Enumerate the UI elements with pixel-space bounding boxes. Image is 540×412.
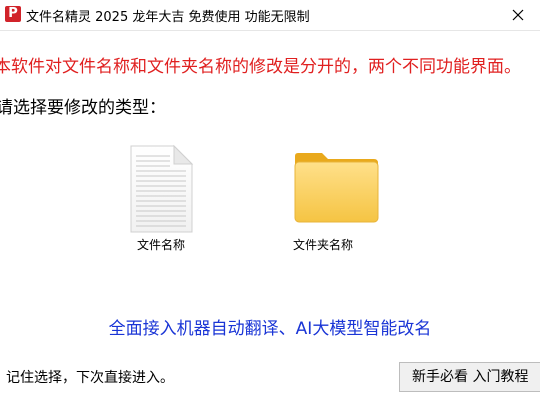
file-name-option-label: 文件名称	[136, 238, 185, 252]
title-bar[interactable]: P 文件名精灵 2025 龙年大吉 免费使用 功能无限制	[0, 0, 540, 31]
close-button[interactable]	[496, 0, 540, 30]
app-window: P 文件名精灵 2025 龙年大吉 免费使用 功能无限制 本软件对文件名称和文件…	[0, 0, 540, 412]
feature-text: 全面接入机器自动翻译、AI大模型智能改名	[108, 319, 432, 339]
folder-name-option-label: 文件夹名称	[292, 238, 353, 252]
remember-choice-label: 记住选择，下次直接进入。	[6, 370, 174, 386]
app-logo-icon: P	[5, 6, 21, 22]
remember-choice-checkbox[interactable]: 记住选择，下次直接进入。	[0, 367, 174, 387]
prompt-text: 请选择要修改的类型：	[0, 98, 166, 118]
close-icon	[512, 9, 524, 21]
folder-icon	[294, 153, 379, 223]
beginner-tutorial-button[interactable]: 新手必看 入门教程	[399, 362, 540, 392]
file-name-option[interactable]: 文件名称	[106, 140, 216, 260]
document-file-icon	[130, 144, 194, 233]
notice-text: 本软件对文件名称和文件夹名称的修改是分开的，两个不同功能界面。	[0, 57, 521, 77]
window-title: 文件名精灵 2025 龙年大吉 免费使用 功能无限制	[26, 10, 310, 25]
folder-name-option[interactable]: 文件夹名称	[268, 140, 379, 260]
